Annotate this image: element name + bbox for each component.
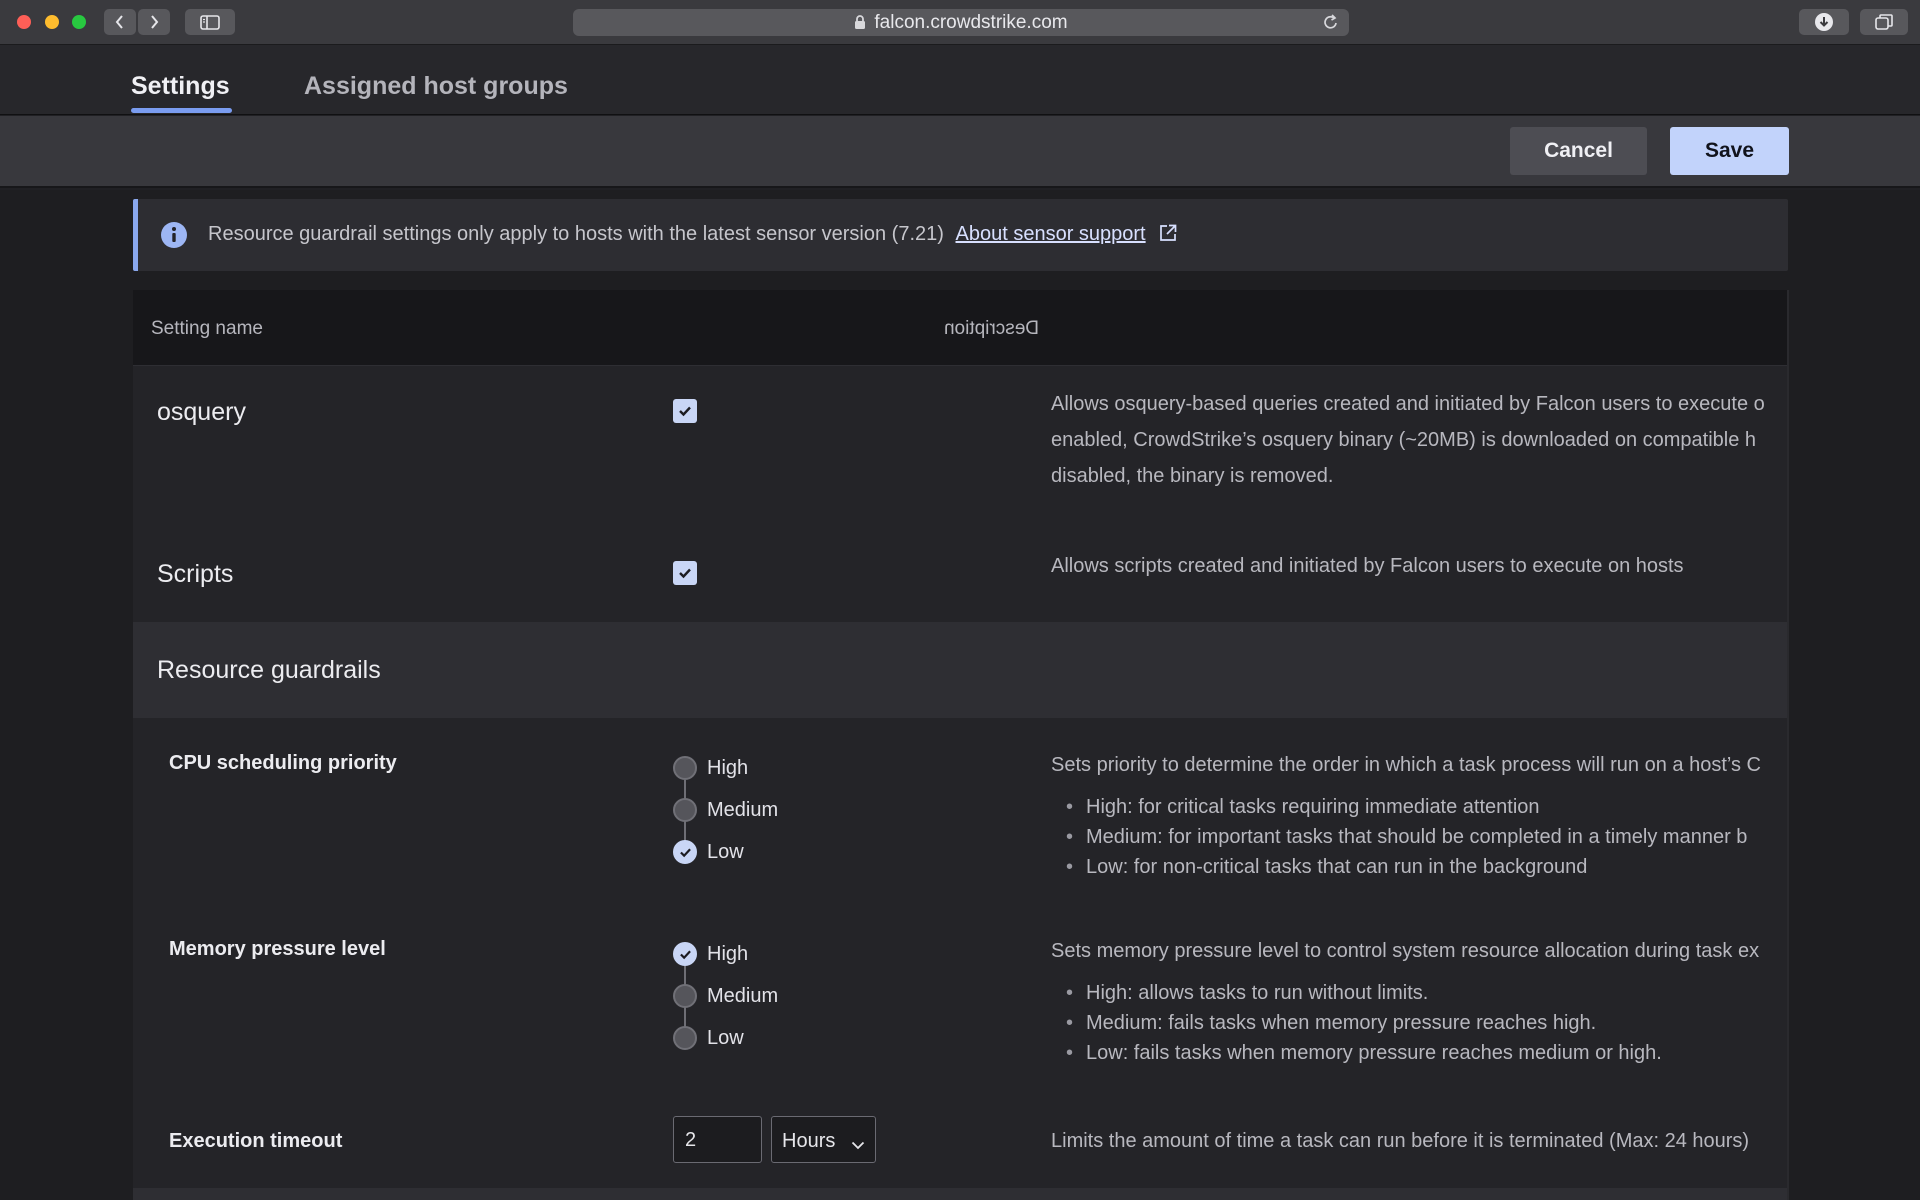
memory-pressure-low-radio[interactable]: Low	[673, 1026, 744, 1050]
cpu-priority-description: Sets priority to determine the order in …	[1051, 754, 1761, 776]
settings-tabbar: Settings Assigned host groups	[0, 45, 1920, 115]
forward-button[interactable]	[138, 9, 170, 35]
checkmark-icon	[679, 568, 691, 579]
cpu-priority-bullet: High: for critical tasks requiring immed…	[1066, 796, 1540, 819]
setting-name-osquery: osquery	[157, 398, 246, 426]
radio-dot-selected	[673, 942, 697, 966]
memory-pressure-bullet: Medium: fails tasks when memory pressure…	[1066, 1012, 1597, 1035]
active-tab-indicator	[131, 108, 232, 113]
radio-dot	[673, 984, 697, 1008]
osquery-checkbox[interactable]	[673, 399, 697, 423]
banner-text: Resource guardrail settings only apply t…	[208, 223, 944, 245]
memory-pressure-bullet: Low: fails tasks when memory pressure re…	[1066, 1042, 1662, 1065]
sidebar-icon	[200, 14, 220, 30]
bullet-text: High: for critical tasks requiring immed…	[1086, 796, 1540, 818]
banner-message: Resource guardrail settings only apply t…	[208, 223, 1177, 248]
resource-guardrails-section-header: Resource guardrails	[133, 622, 1787, 718]
radio-dot	[673, 798, 697, 822]
execution-timeout-input[interactable]: 2	[673, 1116, 762, 1163]
execution-timeout-description: Limits the amount of time a task can run…	[1051, 1130, 1750, 1152]
radio-dot-selected	[673, 840, 697, 864]
radio-label: Medium	[707, 984, 779, 1007]
cpu-priority-bullet: Low: for non-critical tasks that can run…	[1066, 856, 1588, 879]
downloads-button[interactable]	[1799, 9, 1849, 35]
about-sensor-support-link[interactable]: About sensor support	[956, 223, 1146, 245]
setting-name-memory-pressure-level: Memory pressure level	[169, 938, 386, 960]
setting-name-execution-timeout: Execution timeout	[169, 1130, 343, 1152]
scripts-checkbox[interactable]	[673, 561, 697, 585]
radio-label: High	[707, 942, 749, 965]
bullet-text: Medium: fails tasks when memory pressure…	[1086, 1012, 1597, 1034]
memory-pressure-description: Sets memory pressure level to control sy…	[1051, 940, 1760, 962]
url-text: falcon.crowdstrike.com	[874, 11, 1068, 33]
info-banner: Resource guardrail settings only apply t…	[133, 199, 1788, 271]
save-button[interactable]: Save	[1670, 127, 1789, 175]
reload-icon[interactable]	[1323, 13, 1339, 37]
memory-pressure-medium-radio[interactable]: Medium	[673, 984, 778, 1008]
zoom-window-button[interactable]	[72, 15, 86, 29]
cpu-priority-low-radio[interactable]: Low	[673, 840, 744, 864]
osquery-description: Allows osquery-based queries created and…	[1051, 386, 1765, 494]
settings-table: Setting name Description osquery Allows …	[133, 290, 1787, 1200]
chevron-left-icon	[115, 15, 123, 29]
unit-select-value: Hours	[782, 1130, 836, 1152]
memory-pressure-bullet: High: allows tasks to run without limits…	[1066, 982, 1429, 1005]
column-header-description: Description	[944, 318, 1040, 339]
radio-dot	[673, 756, 697, 780]
download-icon	[1815, 13, 1833, 31]
cpu-priority-medium-radio[interactable]: Medium	[673, 798, 778, 822]
close-window-button[interactable]	[17, 15, 31, 29]
cpu-priority-high-radio[interactable]: High	[673, 756, 748, 780]
radio-dot	[673, 1026, 697, 1050]
radio-label: High	[707, 756, 749, 779]
tabs-overview-icon	[1875, 14, 1893, 30]
checkmark-icon	[679, 848, 691, 857]
tab-settings[interactable]: Settings	[131, 72, 230, 101]
action-bar: Cancel Save	[0, 116, 1920, 188]
table-right-edge	[1787, 290, 1789, 1200]
radio-label: Medium	[707, 798, 779, 821]
back-button[interactable]	[104, 9, 136, 35]
scripts-description-line: Allows scripts created and initiated by …	[1051, 555, 1684, 577]
section-title: Resource guardrails	[157, 656, 381, 684]
cpu-priority-bullet: Medium: for important tasks that should …	[1066, 826, 1748, 849]
checkmark-icon	[679, 950, 691, 959]
osquery-description-line: disabled, the binary is removed.	[1051, 465, 1334, 487]
column-header-setting-name: Setting name	[151, 318, 263, 339]
setting-name-cpu-scheduling-priority: CPU scheduling priority	[169, 752, 397, 774]
osquery-description-line: Allows osquery-based queries created and…	[1051, 393, 1765, 415]
browser-toolbar: falcon.crowdstrike.com	[0, 0, 1920, 45]
bullet-text: Medium: for important tasks that should …	[1086, 826, 1748, 848]
setting-name-scripts: Scripts	[157, 560, 234, 588]
minimize-window-button[interactable]	[45, 15, 59, 29]
tab-assigned-host-groups[interactable]: Assigned host groups	[304, 72, 568, 101]
table-header: Setting name Description	[133, 290, 1787, 366]
bullet-text: High: allows tasks to run without limits…	[1086, 982, 1429, 1004]
bullet-text: Low: for non-critical tasks that can run…	[1086, 856, 1588, 878]
sidebar-toggle-button[interactable]	[185, 9, 235, 35]
memory-pressure-high-radio[interactable]: High	[673, 942, 748, 966]
address-bar[interactable]: falcon.crowdstrike.com	[573, 9, 1349, 36]
chevron-down-icon	[851, 1133, 865, 1156]
tab-overview-button[interactable]	[1860, 9, 1908, 35]
radio-label: Low	[707, 840, 744, 863]
radio-label: Low	[707, 1026, 744, 1049]
scripts-description: Allows scripts created and initiated by …	[1051, 548, 1684, 584]
lock-icon	[854, 15, 866, 30]
chevron-right-icon	[151, 15, 159, 29]
execution-timeout-unit-select[interactable]: Hours	[771, 1116, 876, 1163]
cancel-button[interactable]: Cancel	[1510, 127, 1647, 175]
table-footer-strip	[133, 1188, 1787, 1200]
osquery-description-line: enabled, CrowdStrike’s osquery binary (~…	[1051, 429, 1757, 451]
checkmark-icon	[679, 406, 691, 417]
external-link-icon[interactable]	[1159, 224, 1177, 248]
bullet-text: Low: fails tasks when memory pressure re…	[1086, 1042, 1662, 1064]
info-icon	[160, 221, 188, 254]
